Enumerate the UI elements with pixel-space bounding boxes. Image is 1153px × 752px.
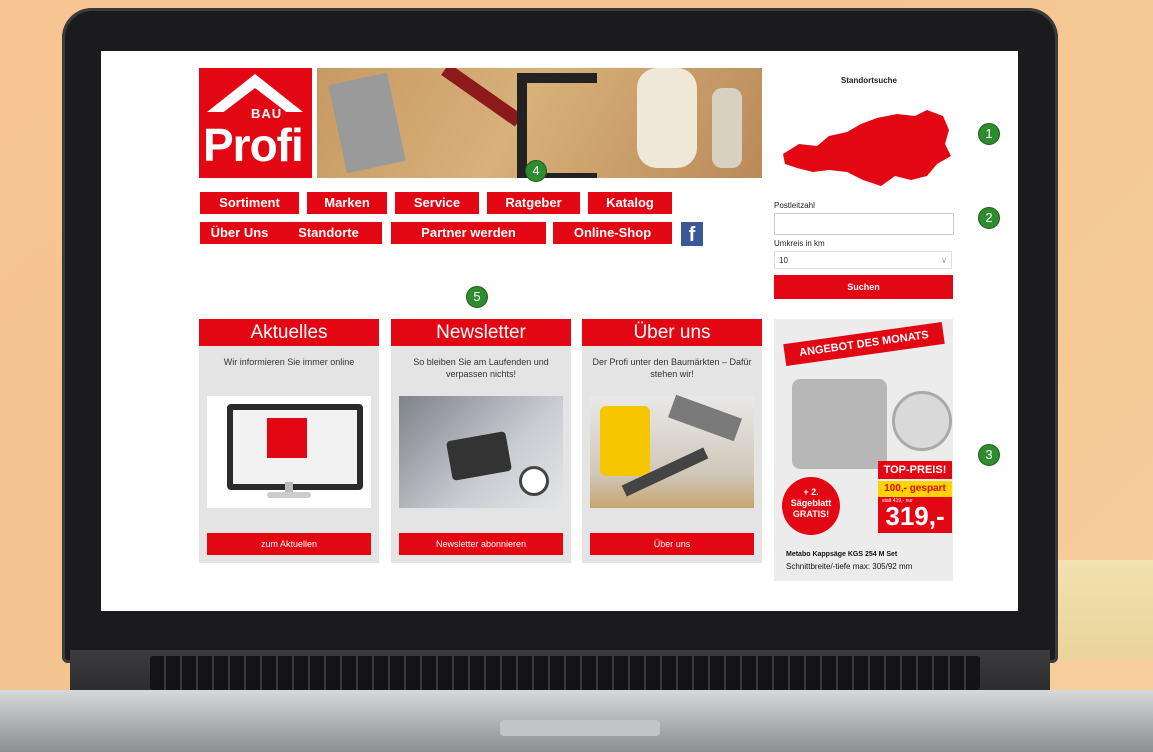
about-us-button[interactable]: Über uns [590, 533, 754, 555]
store-finder-title: Standortsuche [841, 76, 898, 85]
card-text: Wir informieren Sie immer online [223, 357, 355, 367]
nav-ueber-uns[interactable]: Über Uns [200, 222, 279, 244]
marker-5: 5 [466, 286, 488, 308]
card-aktuelles: Aktuelles Wir informieren Sie immer onli… [199, 319, 379, 563]
card-newsletter: Newsletter So bleiben Sie am Laufenden u… [391, 319, 571, 563]
nav-standorte[interactable]: Standorte [275, 222, 382, 244]
offer-ribbon: ANGEBOT DES MONATS [783, 321, 945, 367]
marker-3: 3 [978, 444, 1000, 466]
offer-bonus-badge: + 2. Sägeblatt GRATIS! [782, 477, 840, 535]
austria-map-icon[interactable] [777, 106, 957, 191]
card-text: Der Profi unter den Baumärkten – Dafür s… [592, 357, 752, 379]
facebook-icon[interactable]: f [681, 222, 703, 246]
postcode-label: Postleitzahl [774, 201, 815, 210]
card-aktuelles-button[interactable]: zum Aktuellen [207, 533, 371, 555]
offer-product-spec: Schnittbreite/-tiefe max: 305/92 mm [786, 562, 913, 571]
store-search-button[interactable]: Suchen [774, 275, 953, 299]
miter-saw-icon [792, 379, 887, 469]
paint-roller-icon [712, 88, 742, 168]
marker-4: 4 [525, 160, 547, 182]
top-price-badge: TOP-PREIS! [878, 461, 952, 479]
radius-select[interactable]: 10 ∨ [774, 251, 952, 269]
hammer-wrench-image [590, 394, 754, 508]
card-title: Über uns [582, 319, 762, 346]
marker-1: 1 [978, 123, 1000, 145]
nav-sortiment[interactable]: Sortiment [200, 192, 299, 214]
old-price: statt 419,- nur [882, 498, 913, 504]
card-title: Aktuelles [199, 319, 379, 346]
nav-online-shop[interactable]: Online-Shop [553, 222, 672, 244]
radius-value: 10 [779, 256, 788, 265]
card-title: Newsletter [391, 319, 571, 346]
stapler-icon [328, 72, 406, 174]
tablet-reading-image [399, 396, 563, 508]
nav-service[interactable]: Service [395, 192, 479, 214]
nav-marken[interactable]: Marken [307, 192, 387, 214]
laptop-trackpad [500, 720, 660, 736]
nav-katalog[interactable]: Katalog [588, 192, 672, 214]
saving-badge: 100,- gespart [878, 481, 952, 497]
postcode-input[interactable] [774, 213, 954, 235]
logo-text-main: Profi [203, 119, 304, 171]
website-screen: BAU Profi Sortiment Marken Service Ratge… [101, 51, 1018, 611]
saw-blade-icon [892, 391, 952, 451]
radius-label: Umkreis in km [774, 239, 825, 248]
shears-icon [441, 68, 523, 127]
bauprofi-logo[interactable]: BAU Profi [199, 68, 312, 178]
laptop-keyboard [150, 656, 980, 690]
marker-2: 2 [978, 207, 1000, 229]
newsletter-subscribe-button[interactable]: Newsletter abonnieren [399, 533, 563, 555]
paint-roller-icon [637, 68, 697, 168]
nav-partner-werden[interactable]: Partner werden [391, 222, 546, 244]
card-ueber-uns: Über uns Der Profi unter den Baumärkten … [582, 319, 762, 563]
chevron-down-icon: ∨ [941, 256, 947, 265]
nav-ratgeber[interactable]: Ratgeber [487, 192, 580, 214]
offer-product-name: Metabo Kappsäge KGS 254 M Set [786, 551, 898, 558]
offer-of-the-month[interactable]: ANGEBOT DES MONATS + 2. Sägeblatt GRATIS… [774, 319, 953, 581]
card-text: So bleiben Sie am Laufenden und verpasse… [413, 357, 549, 379]
computer-monitor-image [207, 396, 371, 508]
